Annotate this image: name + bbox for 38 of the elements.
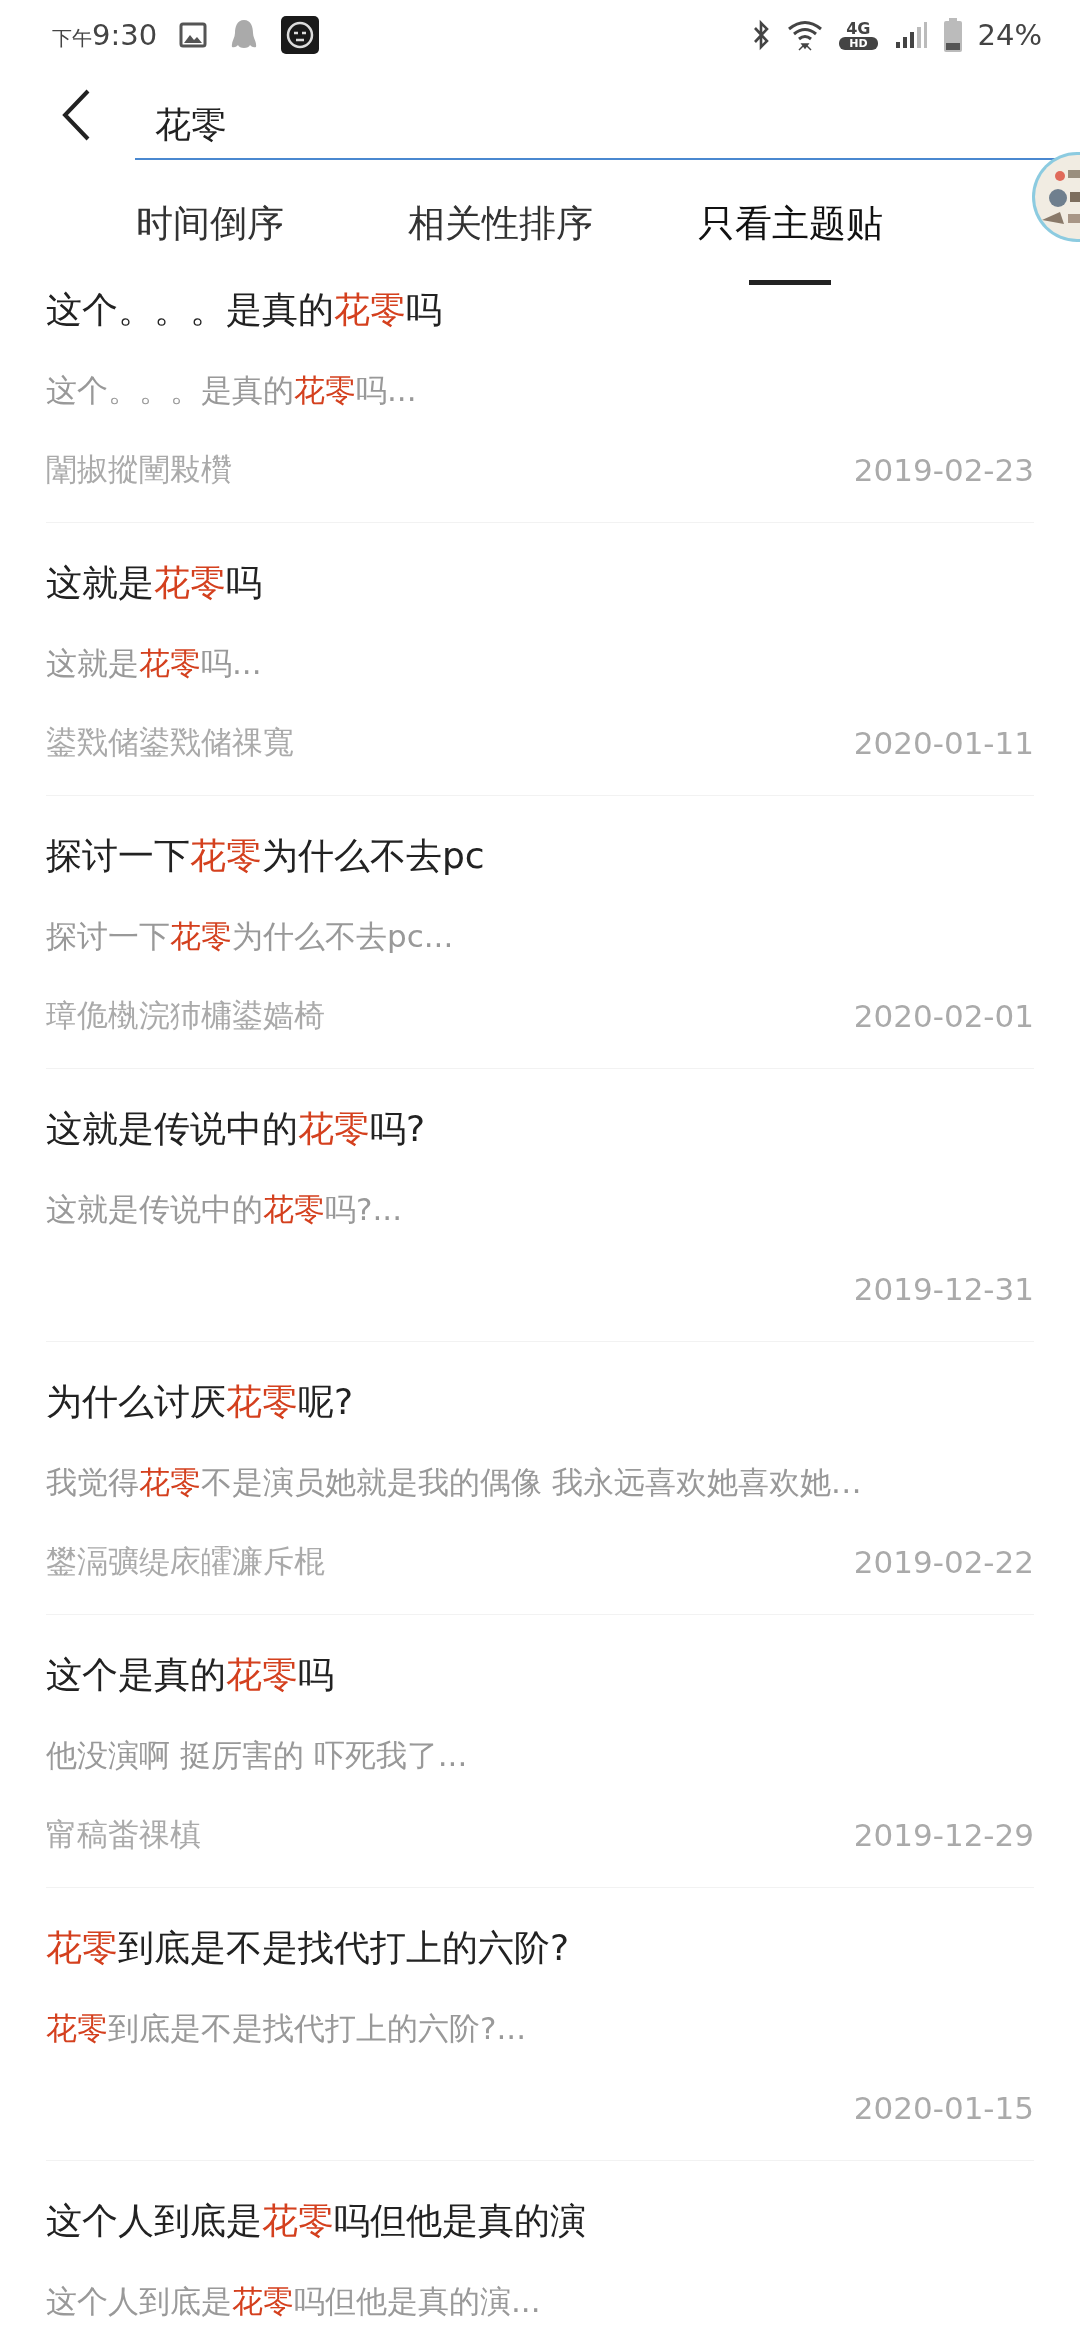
post-snippet: 他没演啊 挺厉害的 吓死我了... [46, 1736, 469, 1775]
battery-percent: 24% [977, 18, 1042, 52]
post-date: 2019-12-31 [853, 1271, 1034, 1307]
back-icon[interactable] [60, 89, 92, 141]
post-title[interactable]: 花零到底是不是找代打上的六阶? [46, 1908, 1034, 1988]
author-name: 鍙戣储鍙戣储祼寬 [46, 723, 294, 762]
post-snippet: 这个人到底是花零吗但他是真的演... [46, 2282, 542, 2321]
post-title[interactable]: 这个人到底是花零吗但他是真的演 [46, 2181, 1034, 2261]
post-snippet: 我觉得花零不是演员她就是我的偶像 我永远喜欢她喜欢她… [46, 1463, 863, 1502]
post-title[interactable]: 这就是传说中的花零吗? [46, 1089, 1034, 1169]
wifi-icon [787, 19, 824, 51]
post-snippet: 这就是传说中的花零吗?... [46, 1190, 403, 1229]
post-title[interactable]: 这个是真的花零吗 [46, 1635, 1034, 1715]
post-title[interactable]: 探讨一下花零为什么不去pc [46, 816, 1034, 896]
app-face-icon [281, 16, 320, 54]
post-date: 2020-02-01 [853, 998, 1034, 1034]
network-type: 4G [846, 20, 871, 37]
image-icon [179, 22, 208, 48]
post-title[interactable]: 为什么讨厌花零呢? [46, 1362, 1034, 1442]
clock-time: 9:30 [92, 18, 158, 52]
post-date: 2020-01-15 [853, 2090, 1034, 2126]
post-title[interactable]: 这就是花零吗 [46, 543, 1034, 623]
post-snippet: 花零到底是不是找代打上的六阶?... [46, 2009, 527, 2048]
post-snippet: 这个。。。是真的花零吗... [46, 371, 418, 410]
hd-label: HD [839, 36, 878, 50]
post-date: 2020-01-11 [853, 725, 1034, 761]
post-snippet: 探讨一下花零为什么不去pc... [46, 917, 455, 956]
author-name: 鐢滆彍缇庡皬濂斥棍 [46, 1542, 325, 1581]
author-name: 闈掓摐闉敤欑 [46, 450, 232, 489]
author-name: 甯稿畨祼槙 [46, 1815, 201, 1854]
battery-icon [943, 18, 962, 52]
author-name: 璋佹槸浣犻槦鍙嫱椅 [46, 996, 325, 1035]
signal-icon [893, 20, 928, 50]
clock-period: 下午 [52, 25, 92, 52]
post-date: 2019-02-22 [853, 1544, 1034, 1580]
post-snippet: 这就是花零吗... [46, 644, 263, 683]
post-date: 2019-02-23 [853, 452, 1034, 488]
post-date: 2019-12-29 [853, 1817, 1034, 1853]
